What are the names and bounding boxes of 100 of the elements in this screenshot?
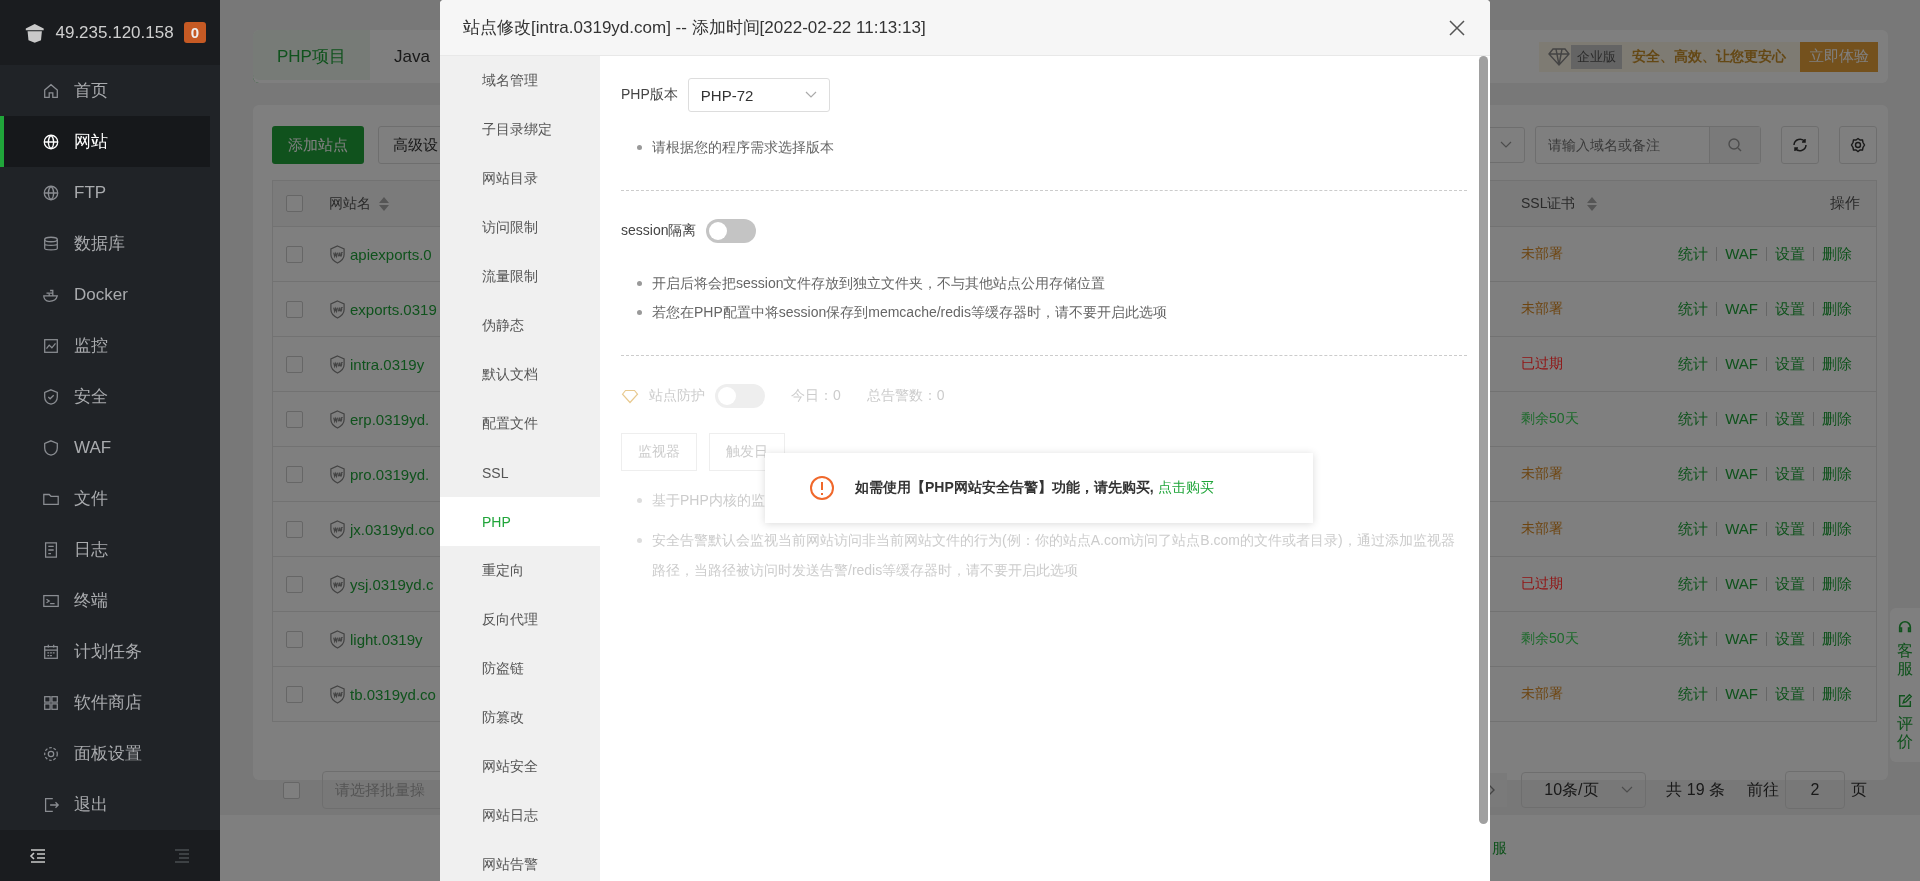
- row-action-link[interactable]: 删除: [1813, 357, 1860, 371]
- row-action-link[interactable]: 统计: [1670, 632, 1717, 646]
- sidebar-item[interactable]: 首页: [0, 65, 210, 116]
- row-action-link[interactable]: 统计: [1670, 577, 1717, 591]
- row-action-link[interactable]: 删除: [1813, 412, 1860, 426]
- row-action-link[interactable]: 删除: [1813, 302, 1860, 316]
- row-action-link[interactable]: 统计: [1670, 687, 1717, 701]
- sidebar-item[interactable]: 网站: [0, 116, 210, 167]
- dialog-nav-item[interactable]: PHP: [440, 497, 600, 546]
- row-checkbox[interactable]: [286, 575, 303, 593]
- sidebar-item[interactable]: 计划任务: [0, 626, 210, 677]
- row-action-link[interactable]: 删除: [1813, 632, 1860, 646]
- row-action-link[interactable]: WAF: [1716, 302, 1766, 316]
- site-name-link[interactable]: ysj.0319yd.c: [350, 575, 434, 593]
- ssl-status[interactable]: 未部署: [1521, 300, 1563, 318]
- support-link[interactable]: 服: [1492, 838, 1507, 858]
- page-input[interactable]: 2: [1785, 771, 1845, 809]
- page-size-select[interactable]: 10条/页: [1521, 772, 1647, 808]
- buy-link[interactable]: 点击购买: [1157, 479, 1214, 495]
- site-name-link[interactable]: exports.0319: [350, 300, 437, 318]
- row-action-link[interactable]: 统计: [1670, 357, 1717, 371]
- sidebar-item[interactable]: 软件商店: [0, 677, 210, 728]
- dialog-nav-item[interactable]: 网站告警: [440, 840, 600, 881]
- ssl-status[interactable]: 未部署: [1521, 520, 1563, 538]
- row-action-link[interactable]: 删除: [1813, 522, 1860, 536]
- row-checkbox[interactable]: [286, 630, 303, 648]
- row-action-link[interactable]: WAF: [1716, 247, 1766, 261]
- row-action-link[interactable]: 设置: [1766, 357, 1813, 371]
- row-action-link[interactable]: WAF: [1716, 632, 1766, 646]
- float-widget-item[interactable]: 评价: [1897, 693, 1913, 751]
- row-action-link[interactable]: 设置: [1766, 632, 1813, 646]
- dialog-nav-item[interactable]: 默认文档: [440, 350, 600, 399]
- try-now-button[interactable]: 立即体验: [1800, 41, 1878, 72]
- dialog-nav-item[interactable]: 防篡改: [440, 693, 600, 742]
- sidebar-item[interactable]: 面板设置: [0, 728, 210, 779]
- ssl-status[interactable]: 未部署: [1521, 685, 1563, 703]
- dialog-nav-item[interactable]: 重定向: [440, 546, 600, 595]
- search-input[interactable]: 请输入域名或备注: [1536, 127, 1709, 163]
- notification-badge[interactable]: 0: [183, 22, 206, 43]
- add-site-button[interactable]: 添加站点: [272, 126, 364, 164]
- site-name-link[interactable]: pro.0319yd.: [350, 465, 430, 483]
- project-tab[interactable]: PHP项目: [253, 30, 370, 83]
- row-action-link[interactable]: WAF: [1716, 577, 1766, 591]
- row-action-link[interactable]: 删除: [1813, 577, 1860, 591]
- sidebar-item[interactable]: WAF: [0, 422, 210, 473]
- site-name-link[interactable]: apiexports.0: [350, 245, 432, 263]
- row-action-link[interactable]: 删除: [1813, 687, 1860, 701]
- row-checkbox[interactable]: [286, 465, 303, 483]
- row-checkbox[interactable]: [286, 355, 303, 373]
- dialog-nav-item[interactable]: 伪静态: [440, 301, 600, 350]
- row-action-link[interactable]: WAF: [1716, 412, 1766, 426]
- row-action-link[interactable]: 统计: [1670, 467, 1717, 481]
- row-action-link[interactable]: 统计: [1670, 302, 1717, 316]
- ssl-status[interactable]: 已过期: [1521, 575, 1563, 593]
- sidebar-item[interactable]: 安全: [0, 371, 210, 422]
- row-checkbox[interactable]: [286, 410, 303, 428]
- scrollbar[interactable]: [1479, 56, 1488, 824]
- search-field[interactable]: 请输入域名或备注: [1535, 126, 1761, 164]
- settings-button[interactable]: [1839, 126, 1877, 164]
- float-widget-item[interactable]: 客服: [1897, 620, 1913, 678]
- dialog-nav-item[interactable]: 流量限制: [440, 252, 600, 301]
- row-action-link[interactable]: 删除: [1813, 467, 1860, 481]
- ssl-status[interactable]: 已过期: [1521, 355, 1563, 373]
- sort-icon[interactable]: [379, 196, 389, 211]
- site-name-link[interactable]: jx.0319yd.co: [350, 520, 435, 538]
- dialog-nav-item[interactable]: 反向代理: [440, 595, 600, 644]
- ssl-status[interactable]: 未部署: [1521, 245, 1563, 263]
- column-header[interactable]: 网站名: [329, 194, 371, 213]
- sidebar-item[interactable]: 监控: [0, 320, 210, 371]
- sidebar-item[interactable]: 退出: [0, 779, 210, 830]
- row-action-link[interactable]: WAF: [1716, 522, 1766, 536]
- php-version-select[interactable]: PHP-72: [687, 78, 830, 112]
- dialog-nav-item[interactable]: 配置文件: [440, 399, 600, 448]
- sidebar-item[interactable]: 数据库: [0, 218, 210, 269]
- sidebar-item[interactable]: 日志: [0, 524, 210, 575]
- site-name-link[interactable]: tb.0319yd.co: [350, 685, 436, 703]
- site-name-link[interactable]: erp.0319yd.: [350, 410, 430, 428]
- dialog-nav-item[interactable]: 域名管理: [440, 56, 600, 105]
- sidebar-item[interactable]: 文件: [0, 473, 210, 524]
- ssl-status[interactable]: 未部署: [1521, 465, 1563, 483]
- row-checkbox[interactable]: [286, 685, 303, 703]
- sidebar-item[interactable]: FTP: [0, 167, 210, 218]
- column-header[interactable]: SSL证书: [1521, 194, 1576, 213]
- row-checkbox[interactable]: [286, 300, 303, 318]
- search-icon[interactable]: [1727, 137, 1743, 153]
- close-icon[interactable]: [1449, 19, 1465, 36]
- sort-icon[interactable]: [1587, 196, 1598, 211]
- row-action-link[interactable]: 设置: [1766, 412, 1813, 426]
- dialog-nav-item[interactable]: 访问限制: [440, 203, 600, 252]
- sidebar-item[interactable]: 终端: [0, 575, 210, 626]
- toggle-switch[interactable]: [706, 219, 757, 243]
- refresh-button[interactable]: [1781, 126, 1819, 164]
- dialog-nav-item[interactable]: SSL: [440, 448, 600, 497]
- ssl-status[interactable]: 剩余50天: [1521, 410, 1579, 428]
- row-action-link[interactable]: 设置: [1766, 687, 1813, 701]
- dialog-nav-item[interactable]: 防盗链: [440, 644, 600, 693]
- ssl-status[interactable]: 剩余50天: [1521, 630, 1579, 648]
- row-action-link[interactable]: 统计: [1670, 412, 1717, 426]
- select-all-checkbox[interactable]: [286, 195, 303, 212]
- row-action-link[interactable]: 统计: [1670, 247, 1717, 261]
